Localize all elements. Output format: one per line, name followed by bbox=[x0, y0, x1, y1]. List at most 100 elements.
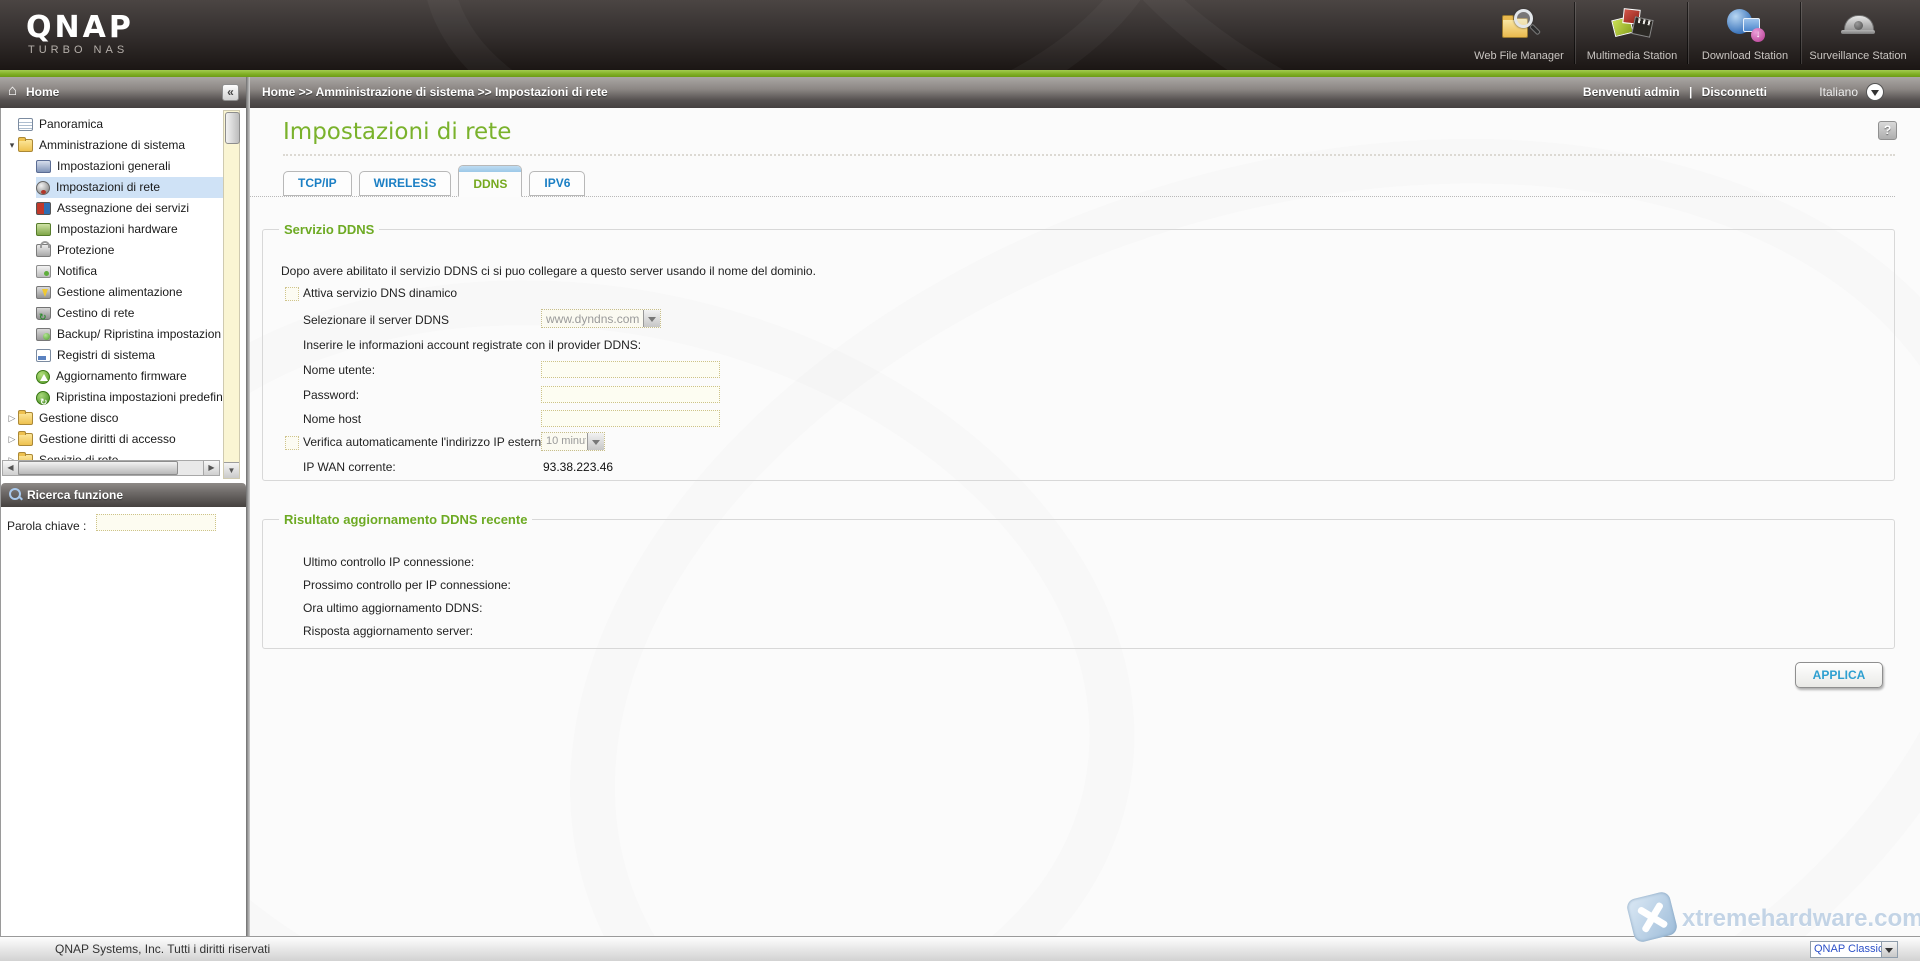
tree-horizontal-scrollbar[interactable]: ◀ ▶ bbox=[2, 460, 220, 476]
account-hint: Inserire le informazioni account registr… bbox=[303, 338, 641, 353]
sidebar-item-label: Gestione diritti di accesso bbox=[39, 429, 176, 450]
result-row: Ultimo controllo IP connessione: bbox=[303, 555, 474, 570]
search-icon bbox=[9, 488, 21, 500]
station-web-file-manager[interactable]: Web File Manager bbox=[1463, 2, 1575, 64]
sidebar-item-label: Gestione disco bbox=[39, 408, 118, 429]
station-multimedia-station[interactable]: Multimedia Station bbox=[1575, 2, 1688, 64]
firmware-update-icon bbox=[36, 370, 50, 384]
scrollbar-thumb[interactable] bbox=[18, 461, 178, 475]
network-settings-icon bbox=[36, 181, 50, 195]
subheader-bar: ⌂ Home « Home >> Amministrazione di sist… bbox=[0, 77, 1920, 108]
language-dropdown-button[interactable] bbox=[1866, 83, 1884, 101]
security-icon bbox=[36, 244, 51, 257]
sidebar-item-registri-di-sistema[interactable]: Registri di sistema bbox=[2, 345, 223, 366]
scrollbar-thumb[interactable] bbox=[225, 112, 240, 144]
sidebar-item-label: Gestione alimentazione bbox=[57, 282, 182, 303]
multimedia-station-icon bbox=[1610, 6, 1654, 46]
dropdown-arrow-icon bbox=[1881, 942, 1897, 957]
station-launcher: Web File ManagerMultimedia StationDownlo… bbox=[1463, 2, 1914, 66]
tab-ipv6[interactable]: IPV6 bbox=[529, 171, 585, 196]
qnap-logo: QNAP bbox=[26, 10, 134, 45]
hostname-label: Nome host bbox=[303, 412, 361, 427]
station-download-station[interactable]: Download Station bbox=[1688, 2, 1801, 64]
tree-expand-icon[interactable]: ▾ bbox=[6, 135, 18, 156]
enable-ddns-label: Attiva servizio DNS dinamico bbox=[303, 286, 457, 301]
sidebar-item-panoramica[interactable]: Panoramica bbox=[2, 114, 223, 135]
sidebar-item-impostazioni-di-rete[interactable]: Impostazioni di rete bbox=[2, 177, 223, 198]
sidebar-item-label: Impostazioni generali bbox=[57, 156, 170, 177]
sidebar-title: Home bbox=[26, 85, 59, 99]
sidebar-item-notifica[interactable]: Notifica bbox=[2, 261, 223, 282]
result-row: Prossimo controllo per IP connessione: bbox=[303, 578, 511, 593]
result-row: Ora ultimo aggiornamento DDNS: bbox=[303, 601, 482, 616]
theme-select-value: QNAP Classic bbox=[1814, 943, 1883, 955]
ddns-server-select[interactable]: www.dyndns.com bbox=[541, 309, 661, 328]
station-label: Web File Manager bbox=[1463, 50, 1575, 62]
scrollbar-right-arrow[interactable]: ▶ bbox=[203, 461, 219, 475]
qnap-logo-subtitle: TURBO NAS bbox=[28, 44, 128, 56]
autocheck-ip-label: Verifica automaticamente l'indirizzo IP … bbox=[303, 435, 548, 450]
enable-ddns-checkbox[interactable] bbox=[285, 287, 299, 301]
scrollbar-down-arrow[interactable]: ▼ bbox=[224, 462, 239, 478]
tab-tcp-ip[interactable]: TCP/IP bbox=[283, 171, 352, 196]
hostname-input[interactable] bbox=[541, 410, 720, 427]
tab-ddns[interactable]: DDNS bbox=[458, 165, 522, 197]
network-recycle-bin-icon bbox=[36, 307, 51, 320]
tree-expand-icon[interactable]: ▷ bbox=[6, 408, 18, 429]
password-input[interactable] bbox=[541, 386, 720, 403]
page-title: Impostazioni di rete bbox=[283, 119, 511, 145]
sidebar-item-gestione-disco[interactable]: ▷ Gestione disco bbox=[2, 408, 223, 429]
keyword-input[interactable] bbox=[96, 514, 216, 531]
folder-icon bbox=[18, 412, 33, 425]
sidebar-item-assegnazione-dei-servizi[interactable]: Assegnazione dei servizi bbox=[2, 198, 223, 219]
sidebar-item-gestione-diritti-di-accesso[interactable]: ▷ Gestione diritti di accesso bbox=[2, 429, 223, 450]
language-label: Italiano bbox=[1819, 85, 1858, 99]
sidebar-item-label: Cestino di rete bbox=[57, 303, 134, 324]
sidebar-collapse-button[interactable]: « bbox=[222, 84, 239, 101]
apply-button[interactable]: APPLICA bbox=[1795, 662, 1883, 688]
sidebar-item-ripristina-impostazioni-predefin[interactable]: Ripristina impostazioni predefin bbox=[2, 387, 223, 408]
username-input[interactable] bbox=[541, 361, 720, 378]
wan-ip-value: 93.38.223.46 bbox=[543, 460, 613, 475]
autocheck-interval-select[interactable]: 10 minuti bbox=[541, 432, 605, 451]
function-search-title: Ricerca funzione bbox=[27, 488, 123, 502]
sidebar-item-label: Impostazioni di rete bbox=[56, 177, 160, 198]
surveillance-station-icon bbox=[1836, 6, 1880, 46]
tab-wireless[interactable]: WIRELESS bbox=[359, 171, 452, 196]
autocheck-interval-value: 10 minuti bbox=[546, 435, 586, 447]
tree-expand-icon[interactable]: ▷ bbox=[6, 429, 18, 450]
theme-select[interactable]: QNAP Classic bbox=[1810, 941, 1898, 958]
overview-icon bbox=[18, 118, 33, 131]
sidebar-item-gestione-alimentazione[interactable]: Gestione alimentazione bbox=[2, 282, 223, 303]
sidebar-item-backup-ripristina-impostazion[interactable]: Backup/ Ripristina impostazion bbox=[2, 324, 223, 345]
sidebar-item-label: Ripristina impostazioni predefin bbox=[56, 387, 223, 408]
session-separator: | bbox=[1689, 85, 1692, 99]
sidebar-item-impostazioni-generali[interactable]: Impostazioni generali bbox=[2, 156, 223, 177]
home-icon: ⌂ bbox=[8, 82, 17, 99]
header-decoration bbox=[392, 0, 1209, 70]
wan-ip-label: IP WAN corrente: bbox=[303, 460, 396, 475]
ddns-result-legend: Risultato aggiornamento DDNS recente bbox=[279, 512, 532, 527]
help-button[interactable]: ? bbox=[1878, 121, 1897, 140]
backup-restore-icon bbox=[36, 328, 51, 341]
function-search-header: Ricerca funzione bbox=[1, 483, 246, 507]
station-label: Multimedia Station bbox=[1576, 50, 1688, 62]
ddns-description: Dopo avere abilitato il servizio DDNS ci… bbox=[281, 264, 816, 279]
sidebar-item-protezione[interactable]: Protezione bbox=[2, 240, 223, 261]
copyright-text: QNAP Systems, Inc. Tutti i diritti riser… bbox=[55, 942, 270, 956]
station-surveillance-station[interactable]: Surveillance Station bbox=[1801, 2, 1914, 64]
ddns-server-label: Selezionare il server DDNS bbox=[303, 313, 449, 328]
sidebar-item-impostazioni-hardware[interactable]: Impostazioni hardware bbox=[2, 219, 223, 240]
dropdown-arrow-icon bbox=[643, 310, 660, 327]
sidebar-item-amministrazione-di-sistema[interactable]: ▾Amministrazione di sistema bbox=[2, 135, 223, 156]
username-label: Nome utente: bbox=[303, 363, 375, 378]
autocheck-ip-checkbox[interactable] bbox=[285, 436, 299, 450]
scrollbar-left-arrow[interactable]: ◀ bbox=[3, 461, 19, 475]
logout-link[interactable]: Disconnetti bbox=[1702, 85, 1767, 99]
tree-vertical-scrollbar[interactable]: ▼ bbox=[223, 110, 240, 479]
sidebar-item-aggiornamento-firmware[interactable]: Aggiornamento firmware bbox=[2, 366, 223, 387]
breadcrumb: Home >> Amministrazione di sistema >> Im… bbox=[262, 85, 608, 99]
top-header: QNAP TURBO NAS Web File ManagerMultimedi… bbox=[0, 0, 1920, 70]
sidebar-item-cestino-di-rete[interactable]: Cestino di rete bbox=[2, 303, 223, 324]
folder-open-icon bbox=[18, 139, 33, 152]
